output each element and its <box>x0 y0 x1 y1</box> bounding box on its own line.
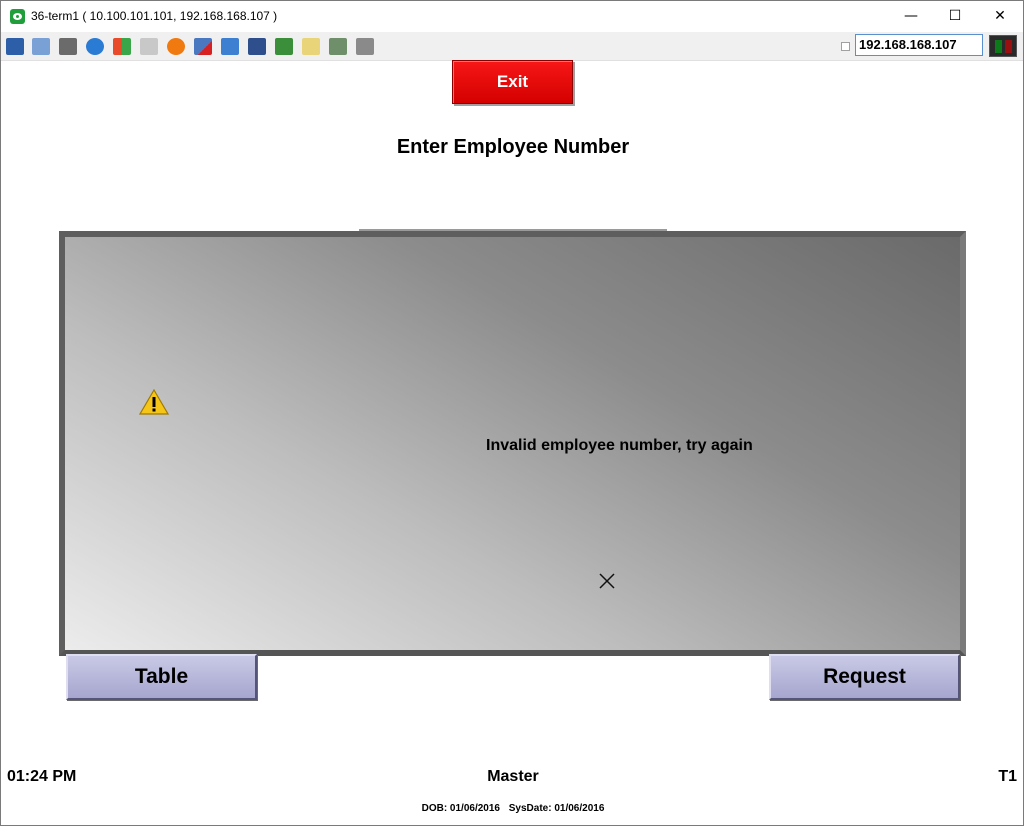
minimize-button[interactable]: — <box>888 1 934 31</box>
date-info: DOB: 01/06/2016 SysDate: 01/06/2016 <box>1 803 1024 814</box>
display-icon[interactable] <box>248 38 266 55</box>
warning-icon <box>139 389 169 415</box>
refresh-icon[interactable] <box>86 38 104 55</box>
sysdate-label: SysDate: 01/06/2016 <box>508 803 605 814</box>
download-icon[interactable] <box>275 38 293 55</box>
close-button[interactable]: ✕ <box>977 1 1023 31</box>
dob-label: DOB: 01/06/2016 <box>421 803 500 814</box>
map-icon[interactable] <box>329 38 347 55</box>
title-bar[interactable]: 36-term1 ( 10.100.101.101, 192.168.168.1… <box>1 1 1023 31</box>
fullscreen-icon[interactable] <box>221 38 239 55</box>
chat-icon[interactable] <box>356 38 374 55</box>
terminal-label: T1 <box>998 768 1017 785</box>
monitor-activity-icon[interactable] <box>6 38 24 55</box>
table-button[interactable]: Table <box>66 654 257 700</box>
alert-icon[interactable] <box>167 38 185 55</box>
window-title: 36-term1 ( 10.100.101.101, 192.168.168.1… <box>31 9 278 23</box>
dialog-close-icon[interactable] <box>598 572 616 590</box>
note-icon[interactable] <box>302 38 320 55</box>
status-red-bar <box>1005 40 1012 53</box>
app-window: 36-term1 ( 10.100.101.101, 192.168.168.1… <box>0 0 1024 826</box>
maximize-button[interactable]: ☐ <box>932 1 978 31</box>
ip-checkbox[interactable] <box>841 42 850 51</box>
disconnect-icon[interactable] <box>194 38 212 55</box>
windows-flag-icon[interactable] <box>113 38 131 55</box>
dialog-message: Invalid employee number, try again <box>486 437 753 454</box>
status-green-bar <box>995 40 1002 53</box>
request-button[interactable]: Request <box>769 654 960 700</box>
app-eye-icon <box>10 9 25 24</box>
windows-icon[interactable] <box>32 38 50 55</box>
mode-label: Master <box>487 768 539 785</box>
connection-status-indicator <box>989 35 1017 57</box>
tools-icon[interactable] <box>59 38 77 55</box>
keyboard-icon[interactable] <box>140 38 158 55</box>
ip-address-field[interactable]: 192.168.168.107 <box>855 34 983 56</box>
exit-button[interactable]: Exit <box>452 60 573 104</box>
page-heading: Enter Employee Number <box>396 136 630 158</box>
